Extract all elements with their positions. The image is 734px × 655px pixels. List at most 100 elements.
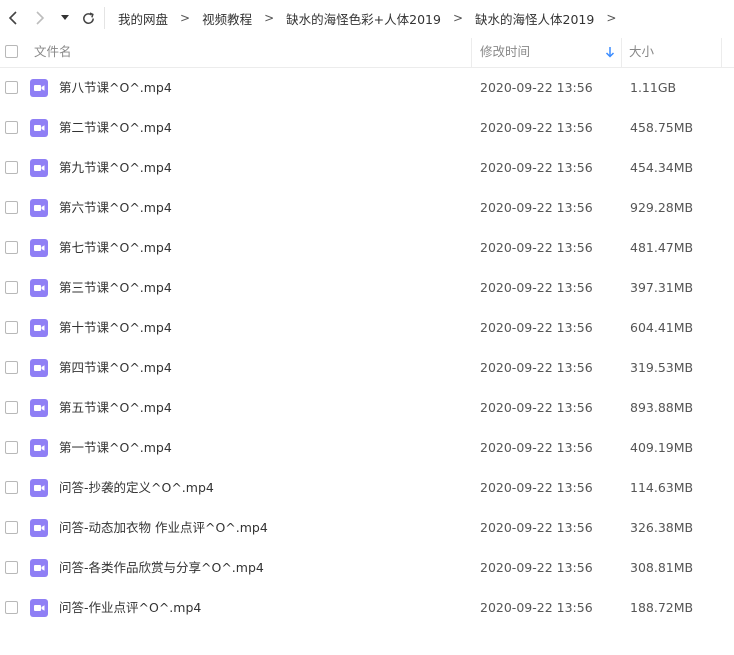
row-checkbox[interactable]	[5, 561, 18, 574]
file-name[interactable]: 问答-各类作品欣赏与分享^O^.mp4	[59, 548, 264, 588]
file-size: 319.53MB	[630, 360, 694, 375]
file-name[interactable]: 第十节课^O^.mp4	[59, 308, 172, 348]
breadcrumb-item-my-drive[interactable]: 我的网盘	[112, 9, 174, 28]
file-size: 409.19MB	[630, 440, 694, 455]
breadcrumb-separator: >	[264, 11, 275, 25]
file-modified-time: 2020-09-22 13:56	[480, 480, 593, 495]
file-size: 1.11GB	[630, 80, 677, 95]
forward-button[interactable]	[30, 8, 50, 28]
video-file-icon	[30, 199, 48, 217]
file-name[interactable]: 第二节课^O^.mp4	[59, 108, 172, 148]
row-checkbox[interactable]	[5, 121, 18, 134]
row-checkbox[interactable]	[5, 601, 18, 614]
video-file-icon	[30, 519, 48, 537]
file-row[interactable]: 第十节课^O^.mp4 2020-09-22 13:56 604.41MB	[0, 308, 734, 348]
file-size: 929.28MB	[630, 200, 694, 215]
toolbar: 我的网盘 > 视频教程 > 缺水的海怪色彩+人体2019 > 缺水的海怪人体20…	[0, 0, 734, 36]
breadcrumb-item-body-2019[interactable]: 缺水的海怪人体2019	[469, 9, 600, 28]
file-row[interactable]: 第九节课^O^.mp4 2020-09-22 13:56 454.34MB	[0, 148, 734, 188]
row-checkbox[interactable]	[5, 161, 18, 174]
file-name[interactable]: 问答-抄袭的定义^O^.mp4	[59, 468, 214, 508]
file-modified-time: 2020-09-22 13:56	[480, 80, 593, 95]
sort-descending-icon[interactable]	[605, 46, 615, 58]
video-file-icon	[30, 279, 48, 297]
row-checkbox[interactable]	[5, 201, 18, 214]
file-name[interactable]: 第七节课^O^.mp4	[59, 228, 172, 268]
row-checkbox[interactable]	[5, 241, 18, 254]
column-divider[interactable]	[621, 38, 622, 68]
column-header-size[interactable]: 大小	[629, 36, 654, 68]
toolbar-divider	[104, 7, 105, 29]
chevron-left-icon	[8, 11, 17, 25]
file-name[interactable]: 第三节课^O^.mp4	[59, 268, 172, 308]
file-row[interactable]: 第三节课^O^.mp4 2020-09-22 13:56 397.31MB	[0, 268, 734, 308]
video-file-icon	[30, 79, 48, 97]
file-modified-time: 2020-09-22 13:56	[480, 560, 593, 575]
row-checkbox[interactable]	[5, 521, 18, 534]
file-row[interactable]: 第四节课^O^.mp4 2020-09-22 13:56 319.53MB	[0, 348, 734, 388]
column-header-mtime[interactable]: 修改时间	[480, 36, 530, 68]
select-all-checkbox[interactable]	[5, 45, 18, 58]
file-list: 第八节课^O^.mp4 2020-09-22 13:56 1.11GB 第二节课^O^…	[0, 68, 734, 628]
file-row[interactable]: 第一节课^O^.mp4 2020-09-22 13:56 409.19MB	[0, 428, 734, 468]
file-modified-time: 2020-09-22 13:56	[480, 320, 593, 335]
row-checkbox[interactable]	[5, 361, 18, 374]
breadcrumb-separator: >	[452, 11, 464, 25]
row-checkbox[interactable]	[5, 81, 18, 94]
file-name[interactable]: 第八节课^O^.mp4	[59, 68, 172, 108]
file-size: 893.88MB	[630, 400, 694, 415]
file-size: 458.75MB	[630, 120, 694, 135]
video-file-icon	[30, 439, 48, 457]
file-row[interactable]: 问答-作业点评^O^.mp4 2020-09-22 13:56 188.72MB	[0, 588, 734, 628]
file-modified-time: 2020-09-22 13:56	[480, 360, 593, 375]
row-checkbox[interactable]	[5, 321, 18, 334]
file-modified-time: 2020-09-22 13:56	[480, 440, 593, 455]
back-button[interactable]	[3, 8, 23, 28]
refresh-icon	[82, 11, 94, 24]
history-dropdown-button[interactable]	[57, 8, 73, 28]
file-row[interactable]: 问答-动态加衣物 作业点评^O^.mp4 2020-09-22 13:56 326.…	[0, 508, 734, 548]
file-modified-time: 2020-09-22 13:56	[480, 520, 593, 535]
refresh-button[interactable]	[78, 8, 98, 28]
row-checkbox[interactable]	[5, 281, 18, 294]
file-row[interactable]: 第八节课^O^.mp4 2020-09-22 13:56 1.11GB	[0, 68, 734, 108]
row-checkbox[interactable]	[5, 441, 18, 454]
row-checkbox[interactable]	[5, 481, 18, 494]
video-file-icon	[30, 159, 48, 177]
column-header-name[interactable]: 文件名	[34, 36, 72, 68]
row-checkbox[interactable]	[5, 401, 18, 414]
file-row[interactable]: 第五节课^O^.mp4 2020-09-22 13:56 893.88MB	[0, 388, 734, 428]
file-name[interactable]: 第一节课^O^.mp4	[59, 428, 172, 468]
breadcrumb-item-color-body[interactable]: 缺水的海怪色彩+人体2019	[280, 9, 447, 28]
column-divider[interactable]	[721, 38, 722, 68]
file-size: 481.47MB	[630, 240, 694, 255]
file-modified-time: 2020-09-22 13:56	[480, 240, 593, 255]
file-name[interactable]: 第五节课^O^.mp4	[59, 388, 172, 428]
file-name[interactable]: 第九节课^O^.mp4	[59, 148, 172, 188]
file-row[interactable]: 第六节课^O^.mp4 2020-09-22 13:56 929.28MB	[0, 188, 734, 228]
column-divider[interactable]	[471, 38, 472, 68]
breadcrumb-item-video-tutorials[interactable]: 视频教程	[196, 9, 258, 28]
breadcrumb-separator: >	[180, 11, 191, 25]
file-row[interactable]: 第七节课^O^.mp4 2020-09-22 13:56 481.47MB	[0, 228, 734, 268]
video-file-icon	[30, 239, 48, 257]
file-size: 114.63MB	[630, 480, 694, 495]
video-file-icon	[30, 559, 48, 577]
video-file-icon	[30, 399, 48, 417]
file-row[interactable]: 问答-抄袭的定义^O^.mp4 2020-09-22 13:56 114.63MB	[0, 468, 734, 508]
file-name[interactable]: 问答-作业点评^O^.mp4	[59, 588, 201, 628]
video-file-icon	[30, 359, 48, 377]
file-size: 326.38MB	[630, 520, 694, 535]
file-name[interactable]: 问答-动态加衣物 作业点评^O^.mp4	[59, 508, 268, 548]
file-modified-time: 2020-09-22 13:56	[480, 280, 593, 295]
breadcrumb-separator: >	[606, 11, 617, 25]
breadcrumb: 我的网盘 > 视频教程 > 缺水的海怪色彩+人体2019 > 缺水的海怪人体20…	[112, 0, 622, 36]
file-row[interactable]: 第二节课^O^.mp4 2020-09-22 13:56 458.75MB	[0, 108, 734, 148]
video-file-icon	[30, 119, 48, 137]
chevron-right-icon	[36, 11, 45, 25]
file-name[interactable]: 第四节课^O^.mp4	[59, 348, 172, 388]
file-size: 308.81MB	[630, 560, 694, 575]
file-row[interactable]: 问答-各类作品欣赏与分享^O^.mp4 2020-09-22 13:56 308.8…	[0, 548, 734, 588]
file-name[interactable]: 第六节课^O^.mp4	[59, 188, 172, 228]
file-size: 604.41MB	[630, 320, 694, 335]
